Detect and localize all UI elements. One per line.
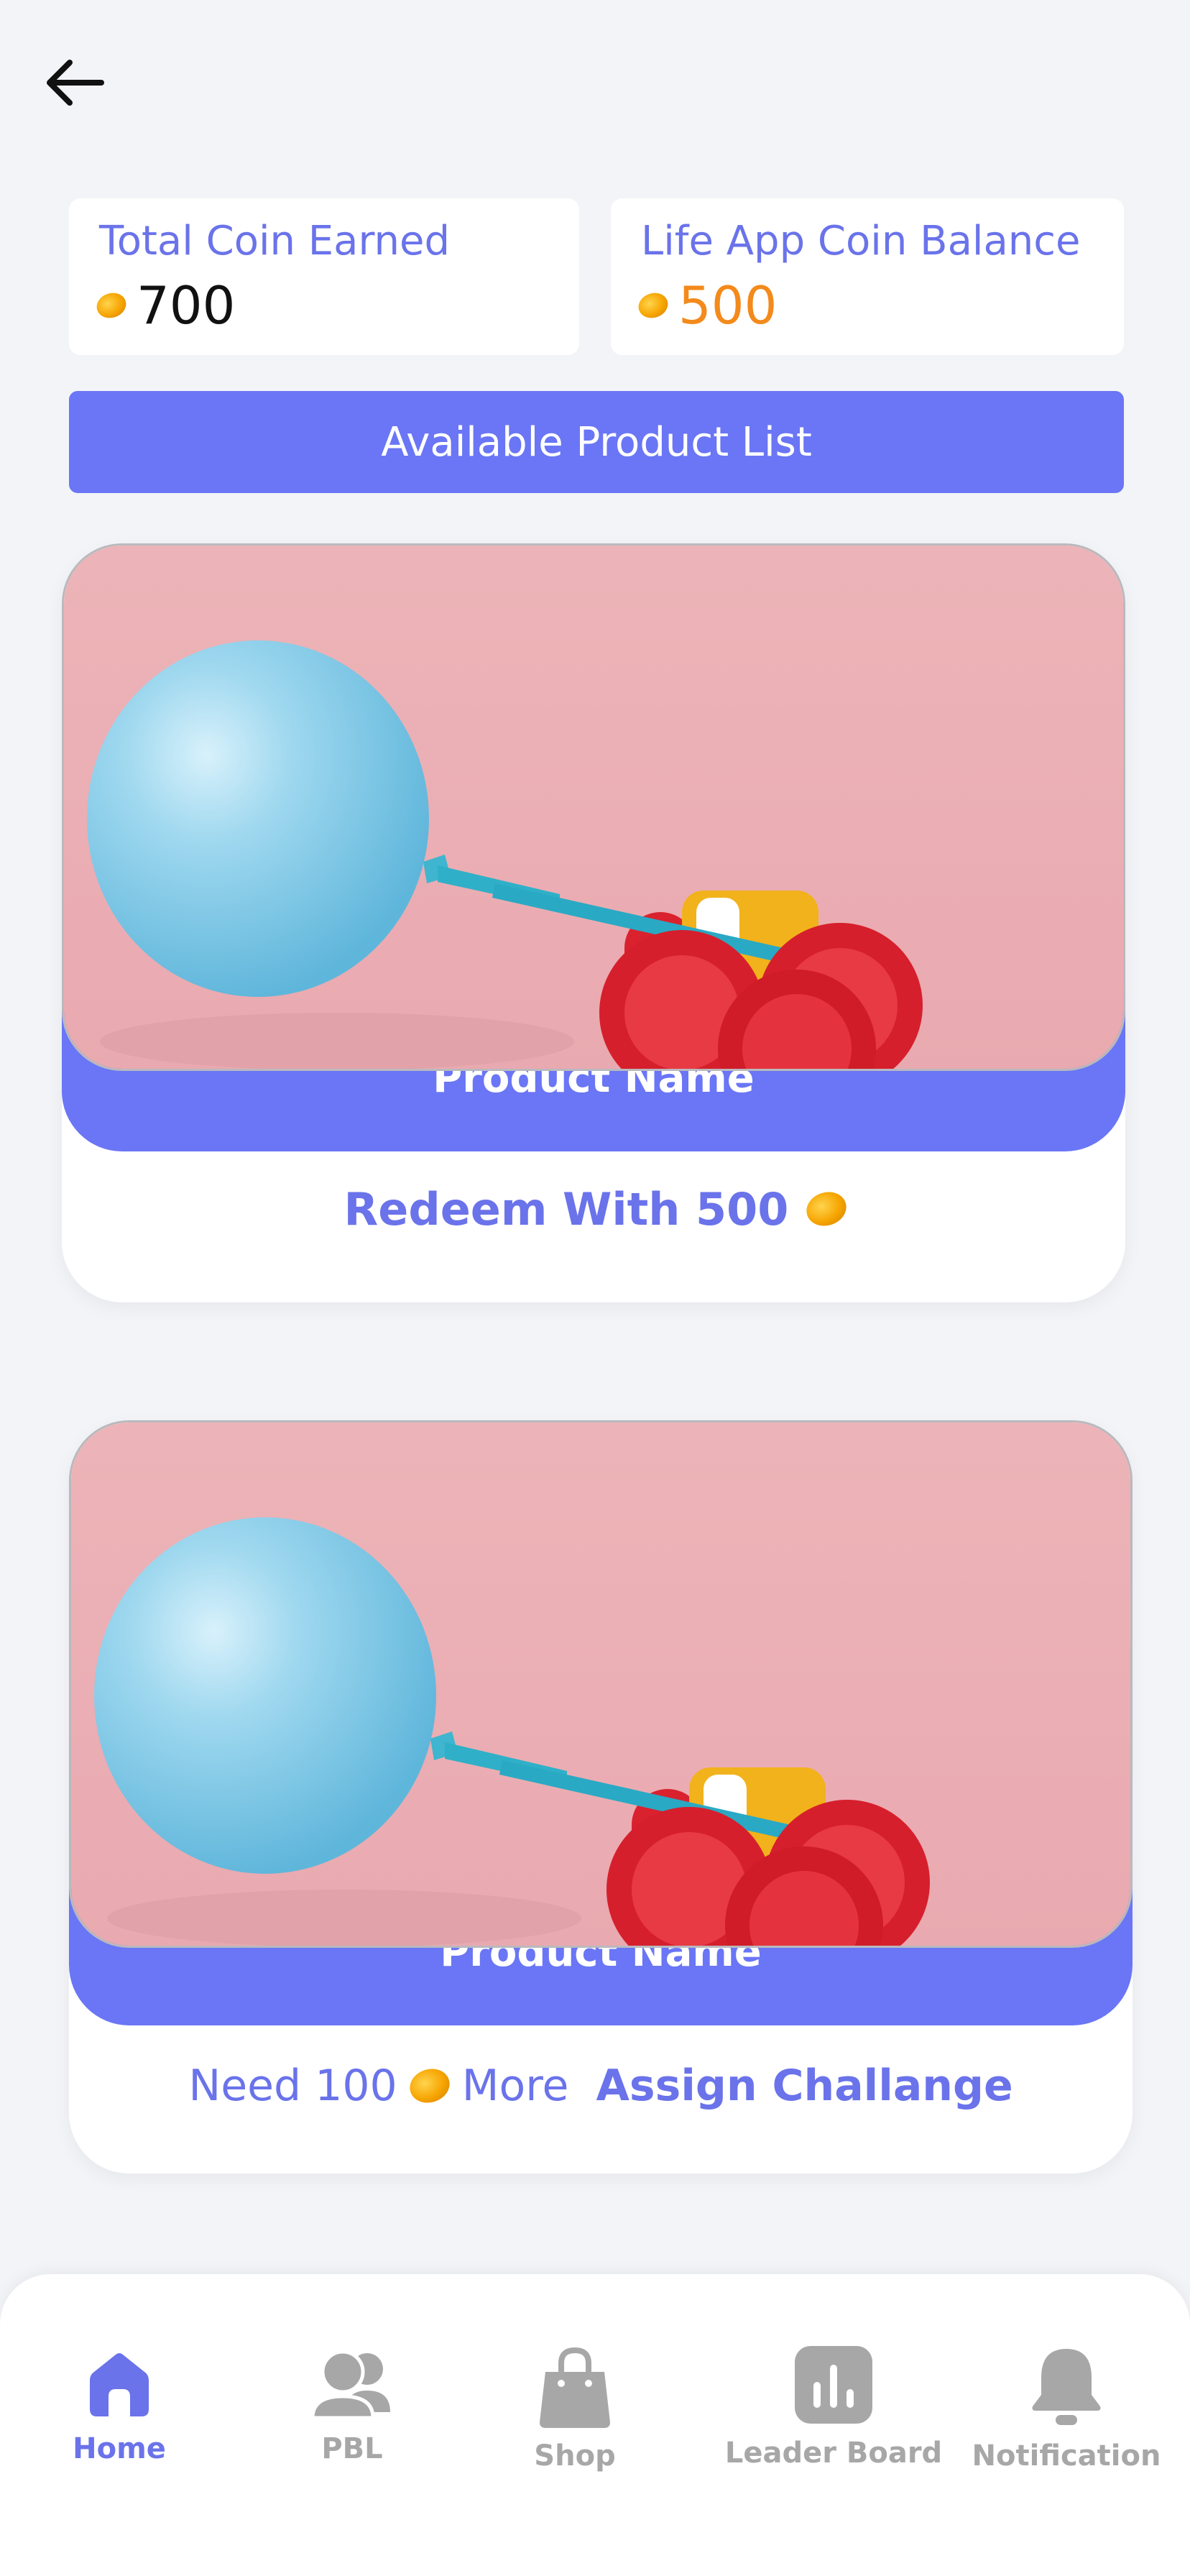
nav-label-shop: Shop — [534, 2439, 616, 2472]
nav-label-home: Home — [73, 2432, 166, 2465]
balloon-car-image: 5 — [69, 1420, 1133, 1948]
balloon-car-image: 5 — [62, 543, 1125, 1071]
home-icon — [90, 2353, 149, 2416]
users-icon — [310, 2350, 390, 2420]
nav-label-notification: Notification — [972, 2439, 1161, 2472]
coin-balance-value: 500 — [678, 275, 778, 336]
redeem-label: Redeem With 500 — [343, 1182, 789, 1236]
need-prefix: Need 100 — [188, 2061, 397, 2111]
total-coin-earned-title: Total Coin Earned — [99, 218, 451, 264]
coin-icon — [635, 289, 671, 322]
coin-icon — [93, 289, 129, 322]
total-coin-earned-card: Total Coin Earned 700 — [69, 198, 579, 355]
coin-balance-card: Life App Coin Balance 500 — [611, 198, 1124, 355]
shopping-bag-icon — [540, 2347, 610, 2428]
total-coin-earned-value: 700 — [137, 275, 236, 336]
bottom-navigation: Home PBL Shop Leader Board Notification — [0, 2274, 1190, 2576]
leaderboard-icon — [795, 2346, 872, 2424]
coin-icon — [802, 1187, 852, 1231]
need-suffix: More — [461, 2061, 569, 2111]
assign-challenge-link[interactable]: Assign Challange — [596, 2061, 1013, 2111]
nav-item-leader-board[interactable]: Leader Board — [725, 2343, 942, 2516]
product-card[interactable]: Product Name 5 — [62, 543, 1125, 1302]
nav-item-shop[interactable]: Shop — [474, 2343, 675, 2516]
nav-label-leader-board: Leader Board — [724, 2437, 943, 2470]
nav-item-pbl[interactable]: PBL — [252, 2343, 453, 2516]
nav-item-home[interactable]: Home — [19, 2343, 220, 2516]
redeem-button[interactable]: Redeem With 500 — [62, 1151, 1125, 1266]
available-product-list-banner: Available Product List — [69, 391, 1124, 493]
product-card[interactable]: Product Name 5 — [69, 1420, 1133, 2174]
need-more-row: Need 100 More Assign Challange — [69, 2028, 1133, 2143]
nav-item-notification[interactable]: Notification — [966, 2343, 1167, 2516]
arrow-left-icon — [47, 60, 104, 106]
bell-icon — [1032, 2349, 1101, 2425]
nav-label-pbl: PBL — [321, 2432, 383, 2465]
coin-icon — [405, 2064, 454, 2108]
coin-balance-title: Life App Coin Balance — [641, 218, 1081, 264]
back-button[interactable] — [37, 45, 114, 121]
